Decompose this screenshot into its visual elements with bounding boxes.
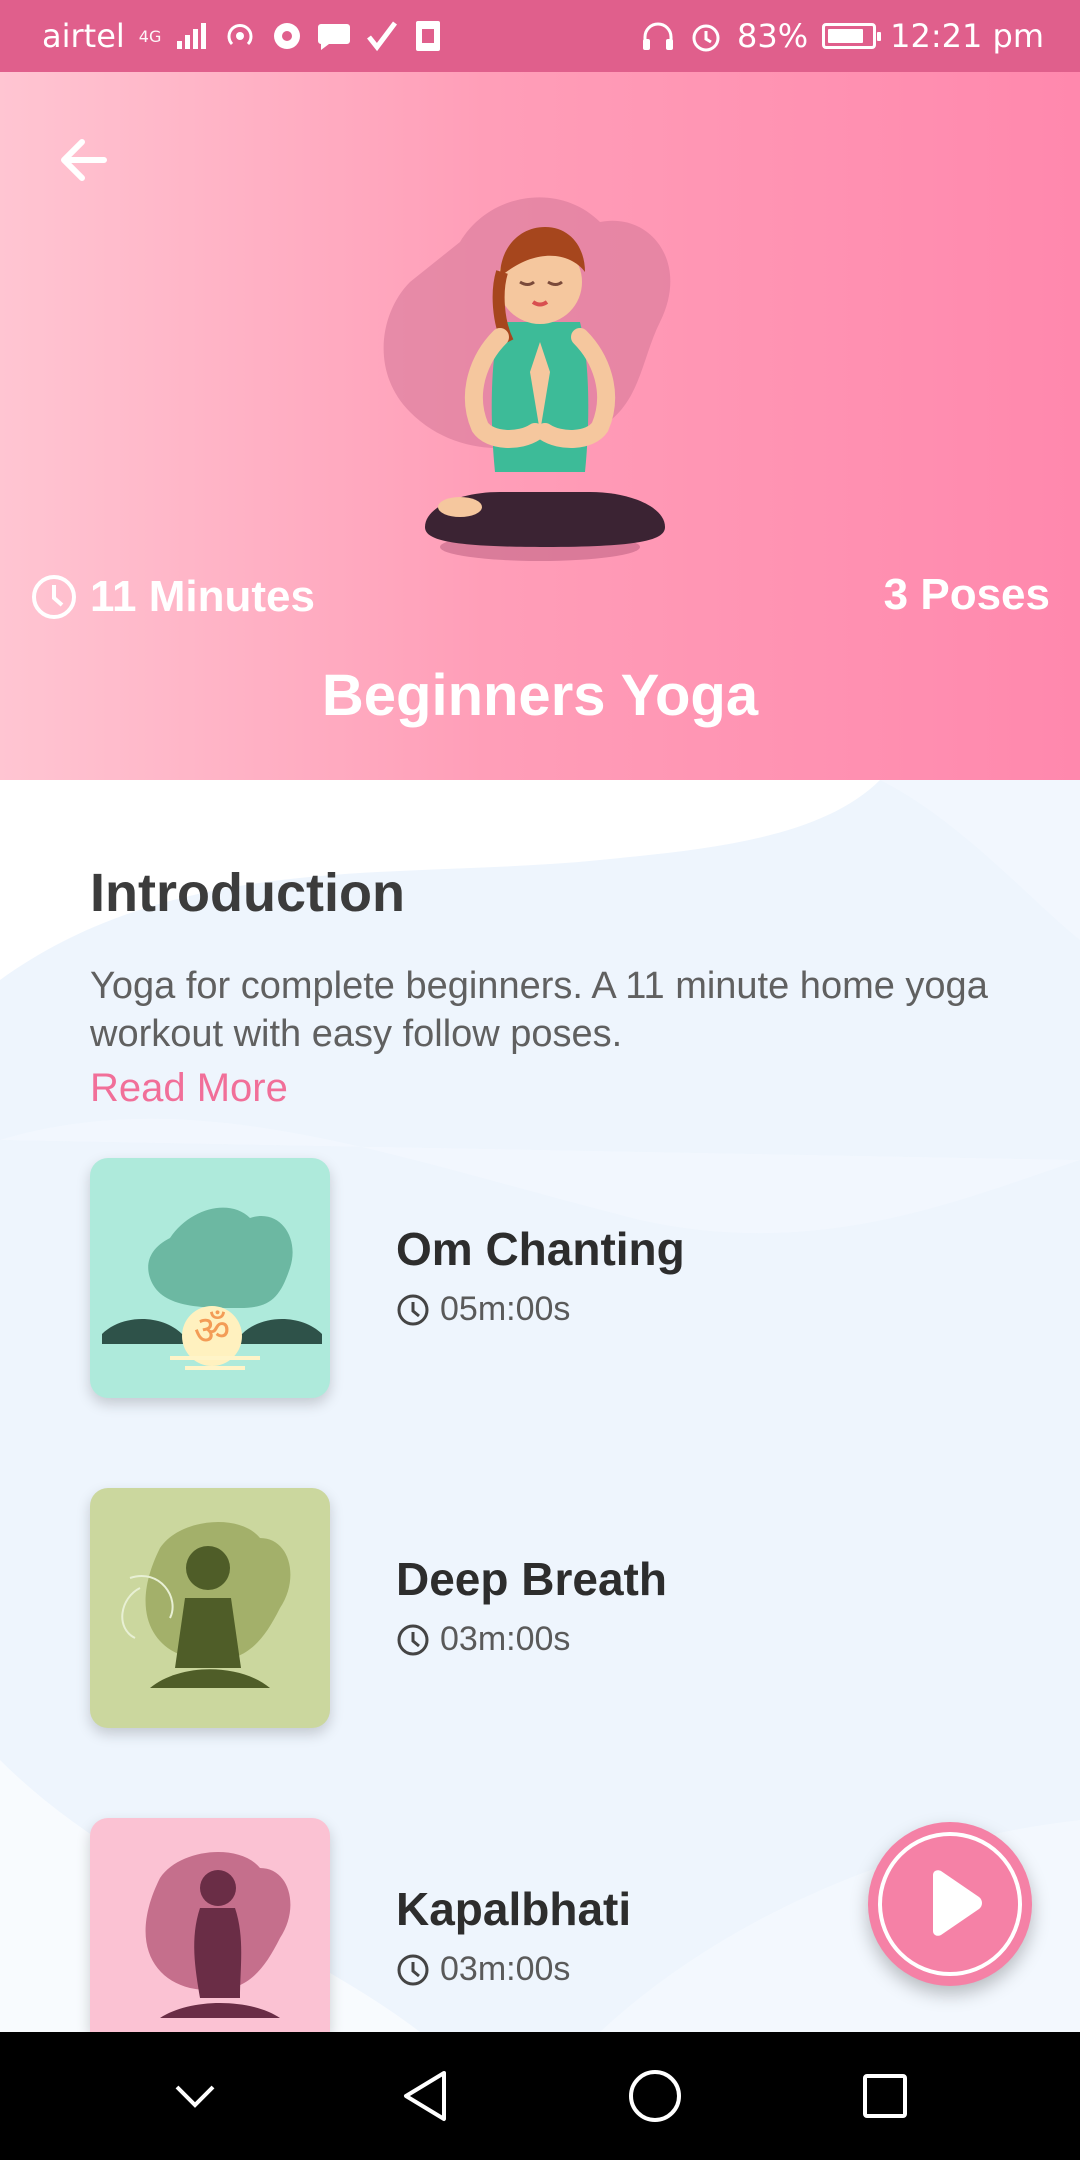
poses-count: 3 Poses	[883, 570, 1050, 619]
network-type-label: 4G	[138, 26, 162, 46]
home-circle-icon	[629, 2070, 681, 2122]
recents-square-icon	[863, 2074, 907, 2118]
play-button-ring	[878, 1832, 1022, 1976]
deep-breath-illustration	[121, 1521, 291, 1688]
clock: 12:21 pm	[890, 17, 1044, 55]
nav-back-button[interactable]	[390, 2061, 460, 2131]
duration-label: 11 Minutes	[90, 572, 315, 621]
message-icon	[318, 24, 351, 50]
pose-name-deep-breath[interactable]: Deep Breath	[396, 1552, 667, 1606]
pose-duration-label: 03m:00s	[440, 1620, 571, 1658]
clock-icon	[32, 575, 76, 619]
kapalbhati-illustration	[145, 1851, 291, 2018]
battery-icon	[822, 23, 882, 49]
read-more-link[interactable]: Read More	[90, 1066, 288, 1111]
hotspot-icon	[227, 24, 253, 46]
intro-description: Yoga for complete beginners. A 11 minute…	[90, 965, 988, 1055]
pose-duration-label: 05m:00s	[440, 1290, 571, 1328]
om-chanting-illustration: ॐ	[102, 1207, 322, 1370]
signal-icon	[177, 23, 207, 49]
pose-thumbnail-kapalbhati[interactable]	[90, 1818, 330, 2032]
nav-recents-button[interactable]	[850, 2061, 920, 2131]
duration-stat: 11 Minutes	[30, 572, 315, 622]
clock-icon	[397, 1624, 429, 1655]
pose-thumbnail-om-chanting[interactable]: ॐ	[90, 1158, 330, 1398]
alarm-icon	[692, 24, 720, 52]
check-icon	[367, 21, 398, 52]
headphones-icon	[643, 22, 673, 50]
status-bar: airtel 4G 83% 12:21 pm	[0, 0, 1080, 72]
clock-icon	[397, 1294, 429, 1325]
meditating-woman-illustration	[383, 197, 671, 561]
nav-hide-button[interactable]	[160, 2061, 230, 2131]
svg-text:ॐ: ॐ	[194, 1308, 230, 1354]
page-title: Beginners Yoga	[321, 663, 759, 728]
pose-thumbnail-deep-breath[interactable]	[90, 1488, 330, 1728]
pose-name-om-chanting[interactable]: Om Chanting	[396, 1222, 685, 1276]
intro-title: Introduction	[90, 863, 405, 923]
pose-duration-label: 03m:00s	[440, 1950, 571, 1988]
chevron-down-icon	[175, 2085, 215, 2108]
chrome-icon	[274, 23, 301, 49]
pose-duration-deep-breath: 03m:00s	[396, 1620, 570, 1659]
pose-name-kapalbhati[interactable]: Kapalbhati	[396, 1882, 631, 1936]
clock-icon	[397, 1954, 429, 1985]
play-button[interactable]	[868, 1822, 1032, 1986]
workout-header: 11 Minutes 3 Poses Beginners Yoga	[0, 72, 1080, 780]
battery-percent: 83%	[737, 17, 809, 55]
back-arrow-icon[interactable]	[52, 128, 116, 192]
battery-fill	[828, 29, 863, 43]
system-nav-bar	[0, 2032, 1080, 2160]
back-triangle-icon	[404, 2071, 446, 2121]
status-left: airtel 4G	[42, 17, 443, 55]
sim-icon	[416, 21, 441, 51]
status-right: 83% 12:21 pm	[641, 17, 1044, 55]
pose-duration-kapalbhati: 03m:00s	[396, 1950, 570, 1989]
nav-home-button[interactable]	[620, 2061, 690, 2131]
carrier-label: airtel	[42, 17, 125, 55]
pose-duration-om-chanting: 05m:00s	[396, 1290, 570, 1329]
